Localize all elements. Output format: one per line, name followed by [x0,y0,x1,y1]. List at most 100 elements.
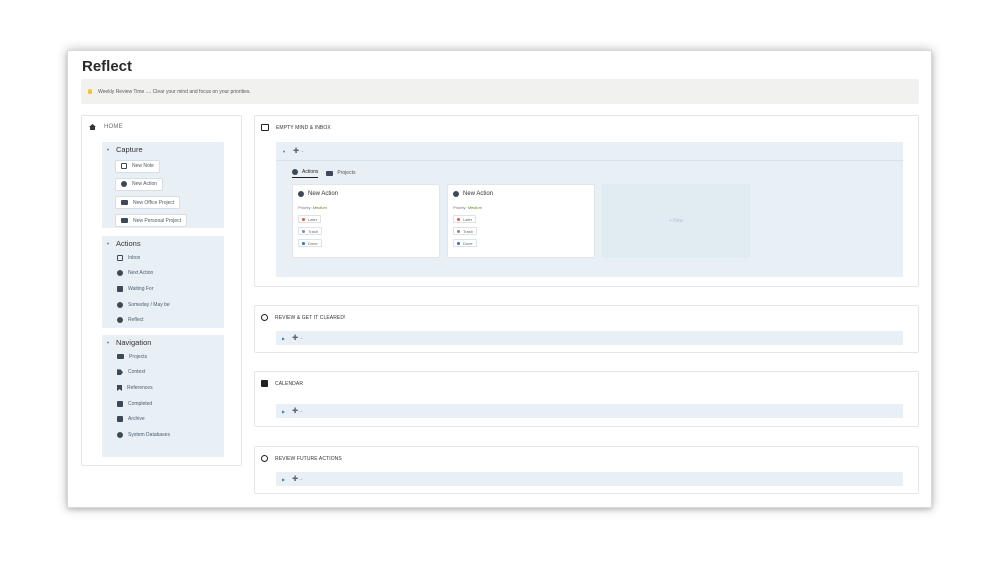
notion-page-window: Reflect Weekly Review Time .... Clear yo… [67,50,932,508]
sidebar-item-label: Someday / May be [128,301,170,308]
toggle-label: ➕→ [292,335,304,341]
later-button[interactable]: Later [298,215,322,223]
bookmark-icon [117,384,122,391]
board-cards: New Action Priority: Medium Later Trash [292,184,750,258]
sidebar-item-system-databases[interactable]: System Databases [102,427,224,443]
calendar-section: CALENDAR ▶ ➕→ [254,371,919,427]
actions-toggle[interactable]: ▼ Actions [102,236,224,250]
sidebar-item-context[interactable]: Context [102,365,224,381]
gear-icon [117,317,123,324]
cloud-icon [117,301,123,308]
folder-icon [117,354,124,360]
sidebar-item-reflect[interactable]: Reflect [102,312,224,328]
sidebar-item-references[interactable]: References [102,380,224,396]
card-title-text: New Action [308,191,339,197]
sidebar-item-label: Context [128,369,146,376]
card-priority: Priority: Medium [298,205,327,210]
trash-button[interactable]: Trash [453,227,478,235]
sidebar-item-next-action[interactable]: Next Action [102,266,224,282]
hourglass-icon [117,285,123,292]
card-title: New Action [298,191,338,197]
action-card[interactable]: New Action Priority: Medium Later Trash [292,184,440,258]
calendar-section-heading: CALENDAR [261,380,303,387]
review-toggle[interactable]: ▶ ➕→ [276,331,903,345]
new-action-button[interactable]: New Action [115,177,164,191]
page-title: Reflect [82,58,133,75]
sidebar-item-label: Projects [129,353,148,360]
card-title-text: New Action [463,191,494,197]
check-circle-icon [121,181,127,187]
capture-group: ▼ Capture New Note New Action New Office… [102,142,224,228]
done-button[interactable]: Done [453,239,477,247]
triangle-right-icon: ▶ [282,335,286,341]
done-label: Done [463,240,473,246]
later-label: Later [308,216,318,222]
calendar-section-title: CALENDAR [275,380,304,387]
review-section-title: REVIEW & GET IT CLEARED! [275,314,346,321]
inbox-section-heading: EMPTY MIND & INBOX [261,124,331,131]
checkbox-icon [117,400,123,407]
check-circle-icon [453,191,459,197]
checkmark-icon [457,241,460,245]
new-personal-project-button[interactable]: New Personal Project [115,214,188,227]
triangle-right-icon: ▶ [282,408,286,414]
toggle-label: ➕→ [292,408,304,414]
triangle-right-icon: ▶ [282,476,286,482]
database-icon [117,431,123,438]
action-card[interactable]: New Action Priority: Medium Later Trash [447,184,595,258]
card-title: New Action [453,191,493,197]
new-card-label: + New [668,218,684,224]
triangle-down-icon: ▼ [106,339,110,345]
sidebar-item-label: System Databases [128,431,170,438]
lightbulb-icon [88,89,92,94]
alarm-icon [302,217,305,221]
new-office-project-button[interactable]: New Office Project [115,196,181,209]
view-tabs: Actions Projects [292,166,363,178]
sidebar-item-someday[interactable]: Someday / May be [102,297,224,313]
calendar-toggle[interactable]: ▶ ➕→ [276,404,903,418]
sidebar-item-completed[interactable]: Completed [102,396,224,412]
sidebar-item-label: Archive [128,416,145,423]
sidebar-item-waiting-for[interactable]: Waiting For [102,281,224,297]
sidebar-item-inbox[interactable]: Inbox [102,250,224,266]
sidebar-item-projects[interactable]: Projects [102,349,224,365]
tab-actions[interactable]: Actions [292,169,319,178]
callout-banner: Weekly Review Time .... Clear your mind … [81,79,919,104]
future-actions-title: REVIEW FUTURE ACTIONS [275,455,342,462]
future-actions-section: REVIEW FUTURE ACTIONS ▶ ➕→ [254,446,919,494]
home-link[interactable]: HOME [89,124,123,130]
home-icon [89,124,96,130]
sidebar-item-label: Waiting For [128,285,154,292]
future-actions-toggle[interactable]: ▶ ➕→ [276,472,903,486]
future-actions-heading: REVIEW FUTURE ACTIONS [261,455,342,462]
trash-icon [302,229,305,233]
later-button[interactable]: Later [453,215,477,223]
new-note-button[interactable]: New Note [115,159,160,173]
navigation-title: Navigation [115,337,152,347]
inbox-icon [261,124,269,131]
sidebar-item-label: Completed [128,400,153,407]
inbox-toggle[interactable]: ▼ ➕→ [282,148,304,154]
triangle-down-icon: ▼ [106,146,110,152]
new-card-button[interactable]: + New [602,184,750,258]
inbox-icon [117,254,123,261]
sidebar-item-label: References [127,384,153,391]
done-button[interactable]: Done [298,239,322,247]
sidebar-panel: HOME ▼ Capture New Note New Action New O… [81,115,242,466]
folder-icon [326,170,334,176]
tab-label: Actions [302,169,319,175]
sidebar-item-archive[interactable]: Archive [102,411,224,427]
divider [276,160,903,161]
new-office-project-label: New Office Project [133,199,175,206]
capture-toggle[interactable]: ▼ Capture [102,142,224,156]
tab-projects[interactable]: Projects [326,170,355,178]
home-label: HOME [104,124,123,130]
checkmark-icon [302,241,305,245]
trash-button[interactable]: Trash [298,227,323,235]
inbox-section: EMPTY MIND & INBOX ▼ ➕→ Actions Projects [254,115,919,287]
inbox-section-title: EMPTY MIND & INBOX [276,124,331,131]
triangle-down-icon: ▼ [282,148,286,154]
navigation-toggle[interactable]: ▼ Navigation [102,335,224,349]
triangle-down-icon: ▼ [106,240,110,246]
capture-title: Capture [115,144,143,154]
